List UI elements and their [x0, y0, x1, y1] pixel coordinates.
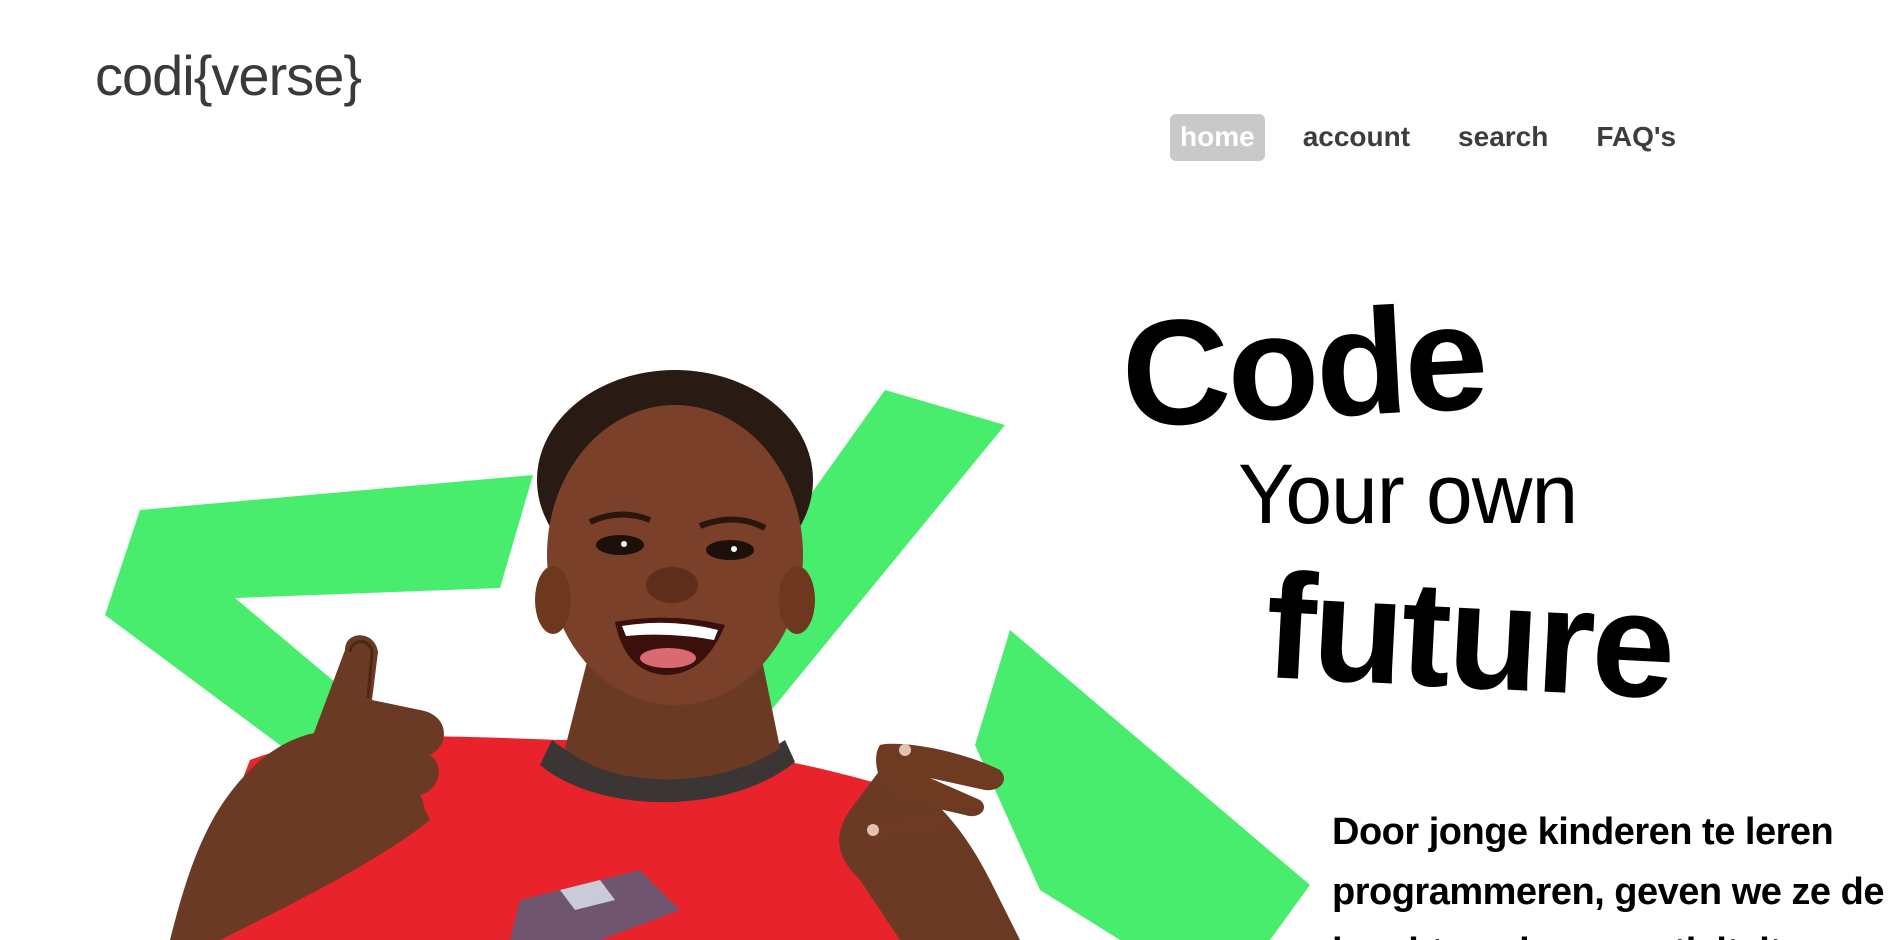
nav-item-search[interactable]: search [1448, 114, 1558, 161]
landing-page: codi{verse} home account search FAQ's Co… [0, 0, 1898, 940]
nav-item-account[interactable]: account [1293, 114, 1420, 161]
site-logo[interactable]: codi{verse} [95, 48, 362, 104]
headline-your-own: Your own [1238, 447, 1578, 541]
headline-code: Code [1117, 272, 1489, 459]
nav-item-home[interactable]: home [1170, 114, 1265, 161]
hero-headline: Code Your own future [1118, 272, 1898, 731]
main-nav: home account search FAQ's [1170, 114, 1714, 161]
headline-future: future [1261, 541, 1677, 731]
nav-item-faq[interactable]: FAQ's [1586, 114, 1686, 161]
bracket-left-shape [105, 475, 533, 760]
hero-intro-text: Door jonge kinderen te leren programmere… [1332, 811, 1884, 940]
